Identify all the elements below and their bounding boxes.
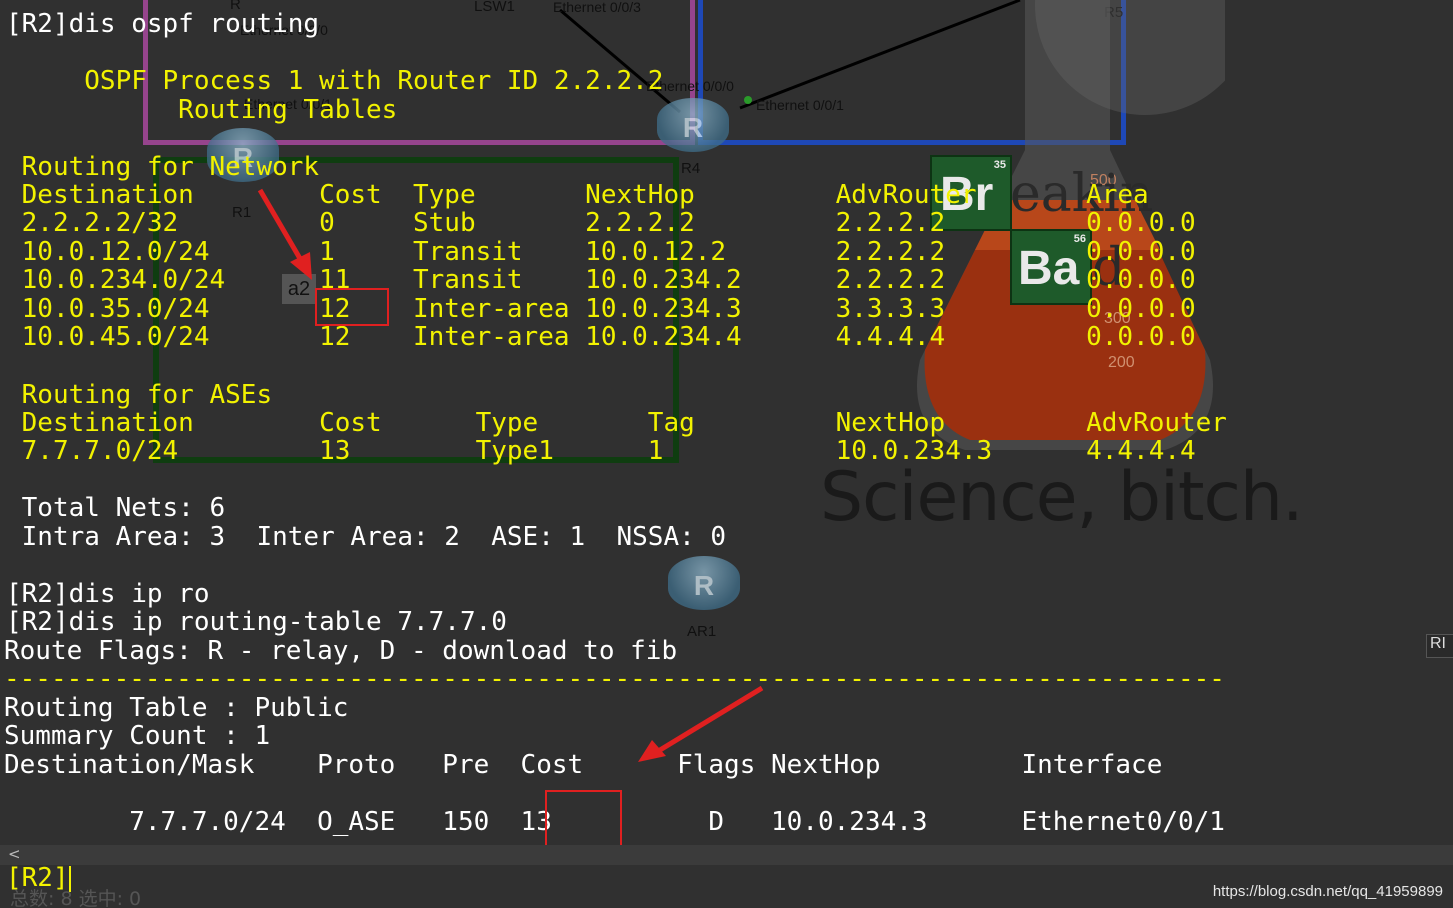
- label-port-c: Ethernet 0/0/1: [756, 97, 844, 113]
- router-ar1-icon: R: [668, 556, 740, 610]
- horizontal-scrollbar[interactable]: <: [0, 845, 1453, 865]
- terminal-line: Destination Cost Type NextHop AdvRouter …: [6, 180, 1149, 210]
- terminal-line: Routing for Network: [6, 152, 320, 182]
- cost-13-highlight: [545, 790, 622, 848]
- terminal-line: 10.0.12.0/24 1 Transit 10.0.12.2 2.2.2.2…: [6, 237, 1196, 267]
- wallpaper-tagline: Science, bitch.: [820, 458, 1304, 537]
- label-lsw1: LSW1: [474, 0, 515, 15]
- terminal-line: 7.7.7.0/24 13 Type1 1 10.0.234.3 4.4.4.4: [6, 436, 1196, 466]
- terminal-line: [R2]dis ip ro: [6, 579, 210, 609]
- cost-12-highlight: [315, 288, 389, 326]
- scroll-left-icon[interactable]: <: [8, 845, 21, 863]
- terminal-line: Intra Area: 3 Inter Area: 2 ASE: 1 NSSA:…: [6, 522, 727, 552]
- terminal-line: Routing Tables: [6, 95, 398, 125]
- label-port-a: Ethernet 0/0/3: [553, 0, 641, 15]
- terminal-line: Summary Count : 1: [4, 721, 271, 751]
- terminal-line: Destination/Mask Proto Pre Cost Flags Ne…: [4, 750, 1163, 780]
- blog-watermark: https://blog.csdn.net/qq_41959899: [1212, 883, 1443, 900]
- side-tab-ri[interactable]: RI: [1426, 634, 1453, 658]
- terminal-line: OSPF Process 1 with Router ID 2.2.2.2: [6, 66, 664, 96]
- label-r4: R4: [681, 160, 701, 177]
- terminal-line: Routing for ASEs: [6, 380, 273, 410]
- flask-scale-200: 200: [1108, 354, 1135, 371]
- terminal-line: [R2]dis ip routing-table 7.7.7.0: [6, 607, 507, 637]
- port-dot: [744, 96, 752, 104]
- terminal-line: 10.0.35.0/24 12 Inter-area 10.0.234.3 3.…: [6, 294, 1196, 324]
- label-ar1: AR1: [687, 623, 717, 640]
- router-r4-icon: R: [657, 98, 729, 152]
- terminal-line: [R2]dis ospf routing: [6, 9, 320, 39]
- terminal-window[interactable]: R R R LSW1 Ethernet 0/0/3 R R5 Ethernet …: [0, 0, 1453, 908]
- status-count: 总数: 8 选中: 0: [10, 888, 142, 908]
- link-lsw1-r4: [559, 8, 681, 114]
- terminal-line: Total Nets: 6: [6, 493, 226, 523]
- terminal-line: 2.2.2.2/32 0 Stub 2.2.2.2 2.2.2.2 0.0.0.…: [6, 208, 1196, 238]
- router-glyph: R: [693, 570, 715, 601]
- terminal-line: 10.0.234.0/24 11 Transit 10.0.234.2 2.2.…: [6, 265, 1196, 295]
- terminal-separator: ----------------------------------------…: [4, 664, 1225, 694]
- router-glyph: R: [682, 112, 704, 143]
- terminal-line: Routing Table : Public: [4, 693, 349, 723]
- terminal-line: Route Flags: R - relay, D - download to …: [4, 636, 678, 666]
- terminal-line: 10.0.45.0/24 12 Inter-area 10.0.234.4 4.…: [6, 322, 1196, 352]
- terminal-line: Destination Cost Type Tag NextHop AdvRou…: [6, 408, 1227, 438]
- tile-number: 35: [993, 159, 1006, 171]
